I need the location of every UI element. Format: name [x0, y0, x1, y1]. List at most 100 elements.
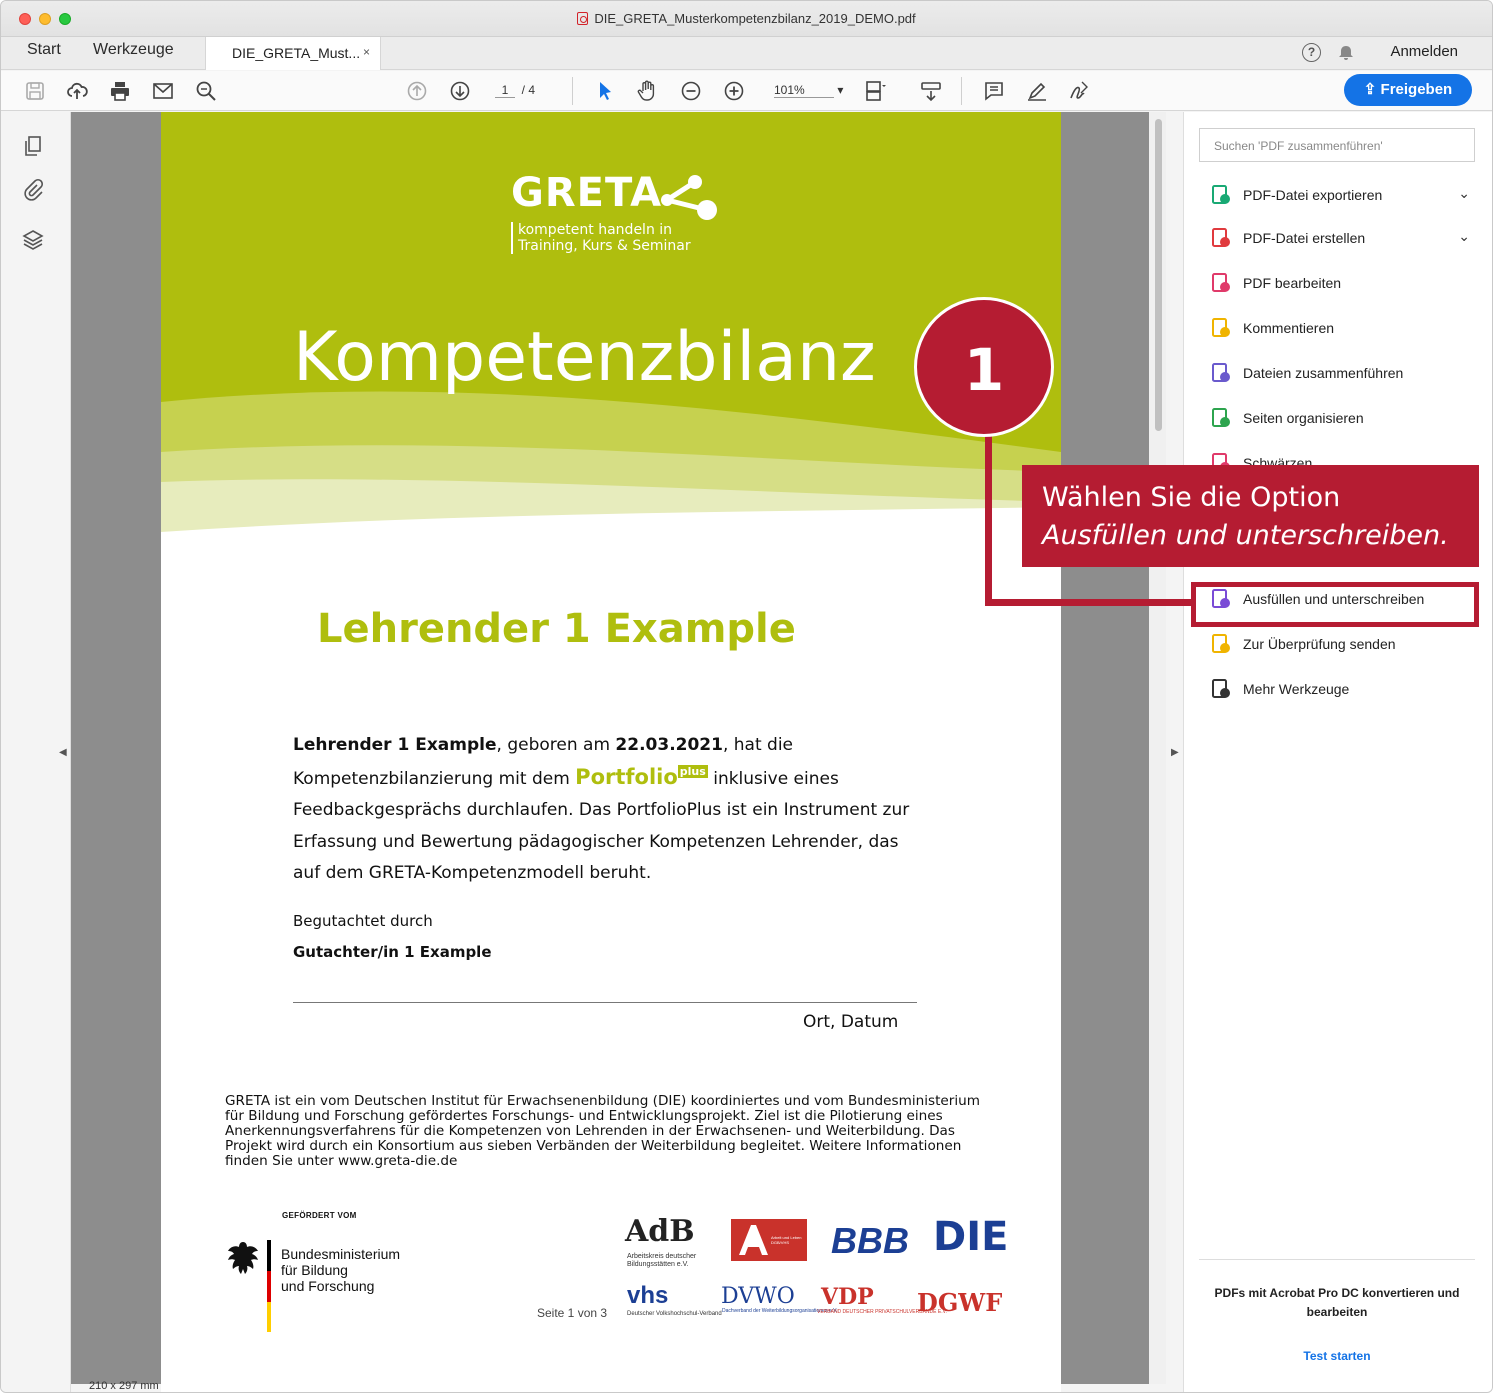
para-date: 22.03.2021: [615, 735, 723, 755]
tab-close-icon[interactable]: ×: [363, 45, 370, 59]
page-current[interactable]: 1: [495, 83, 515, 98]
sign-icon[interactable]: [1067, 79, 1091, 103]
tool-item[interactable]: Zur Überprüfung senden: [1206, 631, 1476, 661]
upload-icon[interactable]: [65, 79, 89, 103]
instruction-callout: Wählen Sie die Option Ausfüllen und unte…: [1022, 465, 1479, 567]
greta-logo: GRETA kompetent handeln in Training, Kur…: [511, 170, 717, 254]
notification-bell-icon[interactable]: [1336, 43, 1356, 63]
search-zoom-icon[interactable]: [194, 79, 218, 103]
tool-item-label: Zur Überprüfung senden: [1243, 636, 1396, 652]
pointer-icon[interactable]: [593, 79, 617, 103]
para-born: , geboren am: [496, 735, 616, 755]
tool-item-label: Kommentieren: [1243, 320, 1335, 336]
help-icon[interactable]: ?: [1302, 43, 1321, 62]
chevron-down-icon[interactable]: ⌄: [1458, 228, 1470, 245]
page-up-icon[interactable]: [405, 79, 429, 103]
funded-by-label: GEFÖRDERT VOM: [282, 1211, 357, 1220]
read-mode-icon[interactable]: [919, 79, 943, 103]
export-pdf-icon: [1210, 184, 1232, 206]
toolbar: 1 / 4 101% ▾ ⇪ Freigeben: [1, 71, 1492, 111]
create-pdf-icon: [1210, 227, 1232, 249]
zoom-in-icon[interactable]: [722, 79, 746, 103]
layers-icon[interactable]: [21, 228, 45, 252]
pdf-page: GRETA kompetent handeln in Training, Kur…: [161, 112, 1061, 1392]
sign-in-link[interactable]: Anmelden: [1390, 43, 1458, 60]
tool-item-label: Dateien zusammenführen: [1243, 365, 1404, 381]
tools-panel: Suchen 'PDF zusammenführen' PDF-Datei ex…: [1183, 112, 1492, 1392]
send-review-icon: [1210, 633, 1232, 655]
tool-item-label: Mehr Werkzeuge: [1243, 681, 1350, 697]
attachment-icon[interactable]: [21, 178, 45, 202]
tools-search-input[interactable]: Suchen 'PDF zusammenführen': [1199, 128, 1475, 162]
adb-logo-subtitle: Arbeitskreis deutscher Bildungsstätten e…: [627, 1253, 697, 1268]
fit-page-icon[interactable]: [863, 79, 887, 103]
tab-tools[interactable]: Werkzeuge: [93, 41, 174, 59]
page-thumbnails-icon[interactable]: [21, 134, 45, 158]
bbb-logo: BBB: [831, 1220, 909, 1261]
certificate-paragraph: Lehrender 1 Example, geboren am 22.03.20…: [293, 730, 923, 890]
instruction-line-2: Ausfüllen und unterschreiben.: [1042, 520, 1449, 551]
window-title: DIE_GRETA_Musterkompetenzbilanz_2019_DEM…: [594, 11, 916, 26]
vdp-logo: VDP: [821, 1284, 874, 1310]
hand-icon[interactable]: [635, 79, 659, 103]
document-title: Kompetenzbilanz: [293, 318, 876, 397]
chevron-down-icon[interactable]: ⌄: [1458, 185, 1470, 202]
tool-item[interactable]: Seiten organisieren: [1206, 405, 1476, 435]
expand-right-panel-icon[interactable]: ▶: [1171, 747, 1179, 758]
callout-connector-horizontal: [985, 599, 1195, 606]
dgwf-logo: DGWF: [917, 1288, 1003, 1317]
tool-item[interactable]: PDF-Datei erstellen ⌄: [1206, 225, 1476, 255]
share-button-label: Freigeben: [1380, 81, 1453, 98]
tool-item-label: PDF bearbeiten: [1243, 275, 1342, 291]
zoom-out-icon[interactable]: [679, 79, 703, 103]
tool-item-label: Seiten organisieren: [1243, 410, 1364, 426]
tab-document-label: DIE_GRETA_Must...: [232, 45, 361, 61]
tool-item-label: PDF-Datei exportieren: [1243, 187, 1383, 203]
page-down-icon[interactable]: [448, 79, 472, 103]
page-size-label: 210 x 297 mm: [89, 1380, 159, 1392]
comment-tool-icon: [1210, 317, 1232, 339]
share-button[interactable]: ⇪ Freigeben: [1344, 74, 1472, 106]
zoom-select[interactable]: 101% ▾: [774, 83, 843, 98]
step-number-badge: 1: [914, 297, 1054, 437]
tool-item[interactable]: Dateien zusammenführen: [1206, 360, 1476, 390]
ministry-line-1: Bundesministerium: [281, 1246, 401, 1262]
mail-icon[interactable]: [151, 79, 175, 103]
pdf-file-icon: [577, 12, 589, 25]
project-footnote: GRETA ist ein vom Deutschen Institut für…: [225, 1093, 981, 1169]
promo-text: PDFs mit Acrobat Pro DC konvertieren und…: [1214, 1286, 1460, 1319]
organize-pages-icon: [1210, 407, 1232, 429]
german-flag-bar: [267, 1240, 271, 1332]
page-total: / 4: [521, 83, 536, 97]
tab-document[interactable]: DIE_GRETA_Must... ×: [205, 37, 381, 70]
highlight-icon[interactable]: [1025, 79, 1049, 103]
chevron-down-icon: ▾: [837, 83, 844, 97]
share-network-icon: [661, 175, 717, 220]
tab-start[interactable]: Start: [27, 41, 61, 59]
edit-pdf-icon: [1210, 272, 1232, 294]
tool-item[interactable]: Kommentieren: [1206, 315, 1476, 345]
save-icon[interactable]: [23, 79, 47, 103]
ministry-name: Bundesministerium für Bildung und Forsch…: [281, 1246, 400, 1294]
dvwo-logo: DVWO: [721, 1284, 795, 1309]
scrollbar-thumb[interactable]: [1155, 119, 1162, 431]
tool-item[interactable]: PDF-Datei exportieren ⌄: [1206, 182, 1476, 212]
comment-icon[interactable]: [982, 79, 1006, 103]
greta-tagline-1: kompetent handeln in: [518, 222, 673, 238]
arbeit-und-leben-logo: Arbeit und Leben DGB/VHS: [731, 1219, 807, 1261]
greta-tagline: kompetent handeln in Training, Kurs & Se…: [511, 222, 711, 254]
collapse-left-panel-icon[interactable]: ◀: [59, 747, 67, 758]
page-footer-number: Seite 1 von 3: [537, 1306, 608, 1320]
tool-item[interactable]: PDF bearbeiten: [1206, 270, 1476, 300]
page-number-box[interactable]: 1 / 4: [495, 83, 535, 98]
instruction-line-1: Wählen Sie die Option: [1042, 482, 1341, 513]
start-trial-link[interactable]: Test starten: [1199, 1349, 1475, 1363]
tool-item-label: PDF-Datei erstellen: [1243, 230, 1366, 246]
tool-item[interactable]: Mehr Werkzeuge: [1206, 676, 1476, 706]
fill-sign-highlight: [1191, 582, 1479, 627]
acrobat-window: DIE_GRETA_Musterkompetenzbilanz_2019_DEM…: [0, 0, 1493, 1393]
combine-files-icon: [1210, 362, 1232, 384]
toolbar-separator: [961, 77, 962, 105]
die-logo: DIE: [933, 1214, 1009, 1260]
print-icon[interactable]: [108, 79, 132, 103]
